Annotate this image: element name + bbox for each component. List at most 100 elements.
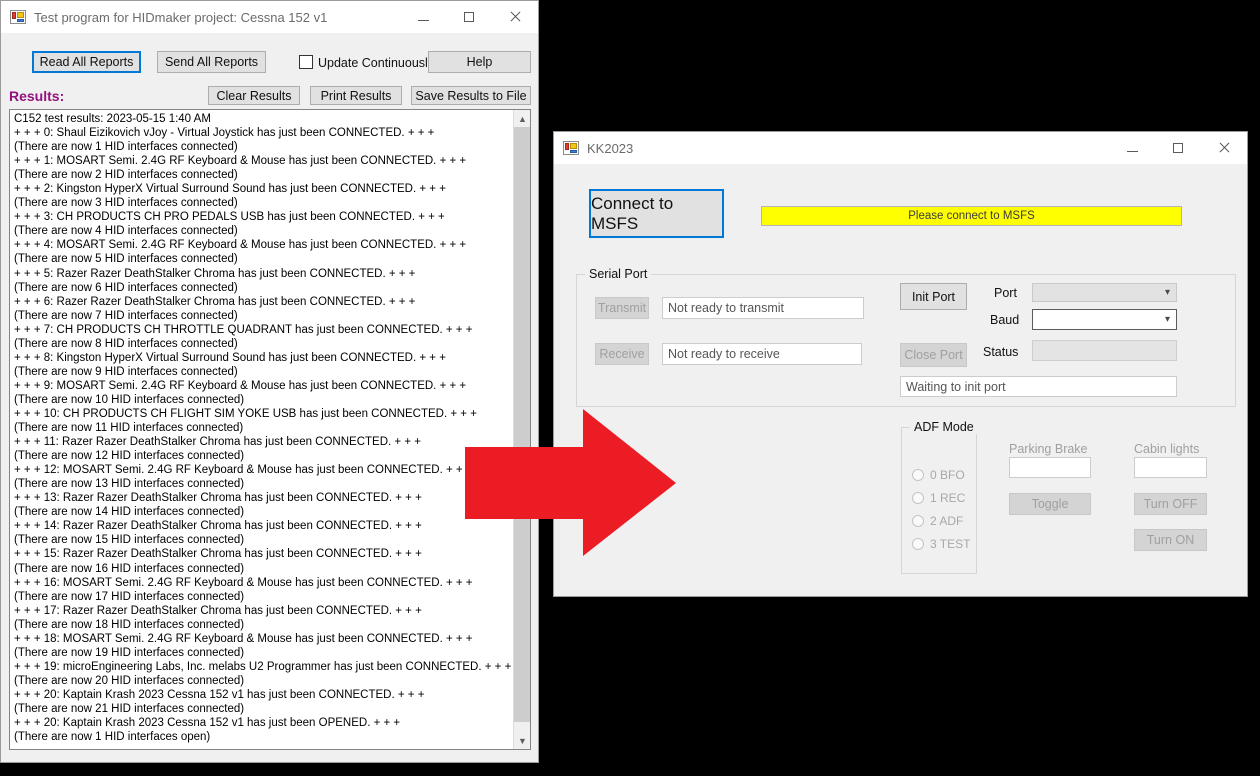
parking-brake-toggle-button[interactable]: Toggle [1009, 493, 1091, 515]
results-line[interactable]: + + + 19: microEngineering Labs, Inc. me… [14, 660, 512, 674]
update-continuously-checkbox[interactable] [299, 55, 313, 69]
adf-mode-radio-1[interactable]: 1 REC [912, 491, 965, 505]
send-all-reports-button[interactable]: Send All Reports [157, 51, 266, 73]
cabin-lights-turn-off-button[interactable]: Turn OFF [1134, 493, 1207, 515]
results-line[interactable]: (There are now 1 HID interfaces open) [14, 730, 512, 744]
results-line[interactable]: (There are now 15 HID interfaces connect… [14, 533, 512, 547]
results-listbox[interactable]: C152 test results: 2023-05-15 1:40 AM + +… [9, 109, 531, 750]
maximize-button[interactable] [1155, 132, 1201, 164]
results-line[interactable]: + + + 9: MOSART Semi. 2.4G RF Keyboard &… [14, 379, 512, 393]
results-line[interactable]: (There are now 4 HID interfaces connecte… [14, 224, 512, 238]
adf-mode-radio-2[interactable]: 2 ADF [912, 514, 963, 528]
close-icon [509, 11, 521, 23]
results-line[interactable]: (There are now 10 HID interfaces connect… [14, 393, 512, 407]
results-line[interactable]: + + + 2: Kingston HyperX Virtual Surroun… [14, 182, 512, 196]
results-line[interactable]: + + + 20: Kaptain Krash 2023 Cessna 152 … [14, 688, 512, 702]
results-line[interactable]: + + + 10: CH PRODUCTS CH FLIGHT SIM YOKE… [14, 407, 512, 421]
results-line[interactable]: + + + 17: Razer Razer DeathStalker Chrom… [14, 604, 512, 618]
serial-port-group: Serial Port Transmit Not ready to transm… [576, 267, 1236, 407]
results-line[interactable]: + + + 3: CH PRODUCTS CH PRO PEDALS USB h… [14, 210, 512, 224]
results-line[interactable]: + + + 13: Razer Razer DeathStalker Chrom… [14, 491, 512, 505]
receive-button[interactable]: Receive [595, 343, 649, 365]
kk2023-titlebar[interactable]: KK2023 [554, 132, 1247, 164]
baud-label: Baud [990, 313, 1020, 327]
results-line[interactable]: C152 test results: 2023-05-15 1:40 AM [14, 112, 512, 126]
baud-dropdown[interactable]: ▾ [1032, 309, 1177, 330]
results-line[interactable]: (There are now 12 HID interfaces connect… [14, 449, 512, 463]
adf-mode-radio-3[interactable]: 3 TEST [912, 537, 970, 551]
receive-status-field[interactable]: Not ready to receive [662, 343, 862, 365]
save-results-to-file-button[interactable]: Save Results to File [411, 86, 531, 105]
cabin-lights-field[interactable] [1134, 457, 1207, 478]
results-line[interactable]: (There are now 7 HID interfaces connecte… [14, 309, 512, 323]
results-line[interactable]: + + + 5: Razer Razer DeathStalker Chroma… [14, 267, 512, 281]
results-line[interactable]: + + + 8: Kingston HyperX Virtual Surroun… [14, 351, 512, 365]
window-title: Test program for HIDmaker project: Cessn… [34, 10, 328, 25]
minimize-button[interactable] [400, 1, 446, 33]
radio-icon [912, 469, 924, 481]
port-dropdown[interactable]: ▾ [1032, 283, 1177, 302]
red-right-arrow-annotation [465, 409, 676, 556]
results-line[interactable]: + + + 7: CH PRODUCTS CH THROTTLE QUADRAN… [14, 323, 512, 337]
window-title: KK2023 [587, 140, 634, 156]
port-label: Port [994, 286, 1017, 300]
parking-brake-label: Parking Brake [1009, 442, 1088, 456]
results-line[interactable]: (There are now 13 HID interfaces connect… [14, 477, 512, 491]
transmit-button[interactable]: Transmit [595, 297, 649, 319]
chevron-down-icon: ▾ [1164, 313, 1171, 325]
results-line[interactable]: + + + 20: Kaptain Krash 2023 Cessna 152 … [14, 716, 512, 730]
results-line[interactable]: (There are now 21 HID interfaces connect… [14, 702, 512, 716]
results-line[interactable]: (There are now 14 HID interfaces connect… [14, 505, 512, 519]
results-line[interactable]: (There are now 2 HID interfaces connecte… [14, 168, 512, 182]
results-line[interactable]: (There are now 8 HID interfaces connecte… [14, 337, 512, 351]
minimize-icon [417, 19, 429, 21]
chevron-up-icon[interactable]: ▲ [514, 110, 530, 127]
results-line[interactable]: (There are now 9 HID interfaces connecte… [14, 365, 512, 379]
hidmaker-titlebar[interactable]: Test program for HIDmaker project: Cessn… [1, 1, 538, 33]
print-results-button[interactable]: Print Results [310, 86, 402, 105]
results-line[interactable]: (There are now 16 HID interfaces connect… [14, 562, 512, 576]
results-line[interactable]: + + + 0: Shaul Eizikovich vJoy - Virtual… [14, 126, 512, 140]
results-line[interactable]: (There are now 5 HID interfaces connecte… [14, 252, 512, 266]
maximize-button[interactable] [446, 1, 492, 33]
init-port-button[interactable]: Init Port [900, 283, 967, 310]
results-line[interactable]: + + + 11: Razer Razer DeathStalker Chrom… [14, 435, 512, 449]
minimize-button[interactable] [1109, 132, 1155, 164]
read-all-reports-button[interactable]: Read All Reports [32, 51, 141, 73]
results-line[interactable]: + + + 18: MOSART Semi. 2.4G RF Keyboard … [14, 632, 512, 646]
results-label: Results: [9, 88, 65, 104]
close-button[interactable] [1201, 132, 1247, 164]
results-line[interactable]: (There are now 19 HID interfaces connect… [14, 646, 512, 660]
cabin-lights-turn-on-button[interactable]: Turn ON [1134, 529, 1207, 551]
results-line[interactable]: (There are now 17 HID interfaces connect… [14, 590, 512, 604]
results-line[interactable]: (There are now 1 HID interfaces connecte… [14, 140, 512, 154]
results-line[interactable]: (There are now 3 HID interfaces connecte… [14, 196, 512, 210]
close-button[interactable] [492, 1, 538, 33]
results-line[interactable]: + + + 12: MOSART Semi. 2.4G RF Keyboard … [14, 463, 512, 477]
adf-mode-label-1: 1 REC [930, 491, 966, 505]
transmit-status-field[interactable]: Not ready to transmit [662, 297, 864, 319]
results-line[interactable]: (There are now 6 HID interfaces connecte… [14, 281, 512, 295]
results-line[interactable]: + + + 15: Razer Razer DeathStalker Chrom… [14, 547, 512, 561]
results-line[interactable]: (There are now 18 HID interfaces connect… [14, 618, 512, 632]
close-port-button[interactable]: Close Port [900, 343, 967, 367]
results-line[interactable]: + + + 14: Razer Razer DeathStalker Chrom… [14, 519, 512, 533]
results-line[interactable]: + + + 4: MOSART Semi. 2.4G RF Keyboard &… [14, 238, 512, 252]
winforms-app-icon [563, 140, 579, 156]
adf-mode-radio-0[interactable]: 0 BFO [912, 468, 965, 482]
chevron-down-icon[interactable]: ▼ [514, 732, 530, 749]
results-line[interactable]: + + + 6: Razer Razer DeathStalker Chroma… [14, 295, 512, 309]
results-line[interactable]: + + + 16: MOSART Semi. 2.4G RF Keyboard … [14, 576, 512, 590]
help-button[interactable]: Help [428, 51, 531, 73]
update-continuously-label: Update Continuously [318, 56, 435, 70]
connect-to-msfs-button[interactable]: Connect to MSFS [589, 189, 724, 238]
results-line[interactable]: (There are now 11 HID interfaces connect… [14, 421, 512, 435]
adf-mode-label-3: 3 TEST [930, 537, 971, 551]
radio-icon [912, 538, 924, 550]
clear-results-button[interactable]: Clear Results [208, 86, 300, 105]
parking-brake-field[interactable] [1009, 457, 1091, 478]
msfs-status-banner: Please connect to MSFS [761, 206, 1182, 226]
hidmaker-test-window: Test program for HIDmaker project: Cessn… [0, 0, 539, 763]
results-line[interactable]: + + + 1: MOSART Semi. 2.4G RF Keyboard &… [14, 154, 512, 168]
results-line[interactable]: (There are now 20 HID interfaces connect… [14, 674, 512, 688]
